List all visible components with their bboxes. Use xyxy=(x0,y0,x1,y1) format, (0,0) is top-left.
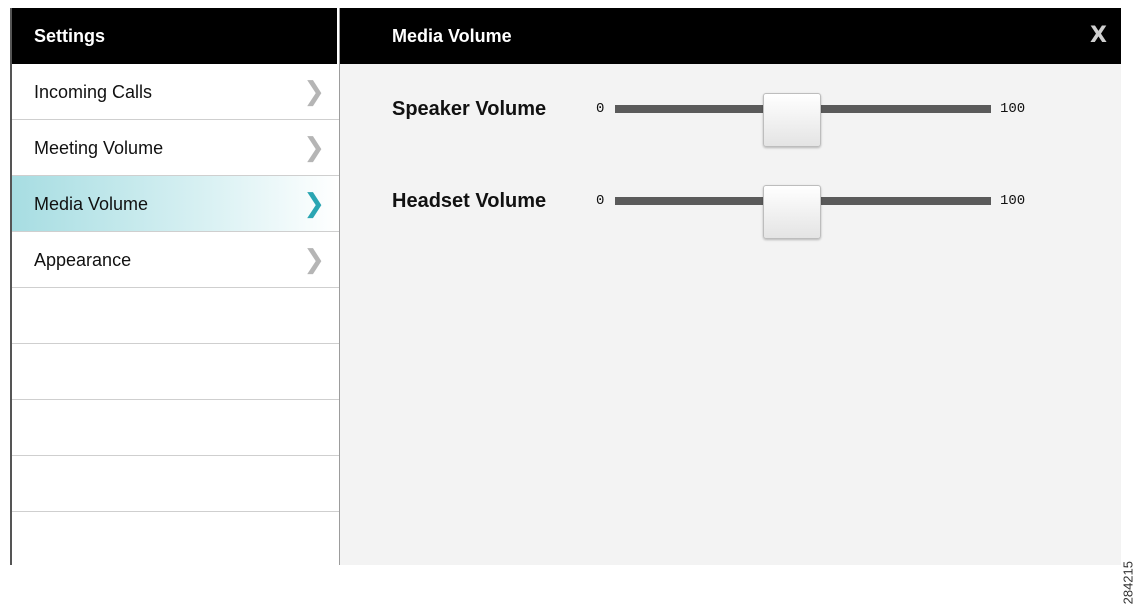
page-title: Media Volume xyxy=(392,26,512,46)
settings-window: Settings Incoming Calls ❯ Meeting Volume… xyxy=(10,8,1121,565)
close-icon[interactable]: X xyxy=(1090,8,1107,64)
main-panel: Media Volume X Speaker Volume 0 100 Head… xyxy=(340,8,1121,565)
sidebar-item-label: Incoming Calls xyxy=(34,82,153,102)
sidebar: Settings Incoming Calls ❯ Meeting Volume… xyxy=(12,8,340,565)
sidebar-empty-row xyxy=(12,456,339,512)
headset-volume-min: 0 xyxy=(596,193,605,209)
sidebar-item-label: Media Volume xyxy=(34,194,149,214)
headset-volume-max: 100 xyxy=(1000,193,1026,209)
sidebar-empty-row xyxy=(12,400,339,456)
headset-volume-thumb[interactable] xyxy=(762,185,821,239)
headset-volume-label: Headset Volume xyxy=(392,190,547,212)
chevron-right-icon: ❯ xyxy=(303,77,325,107)
chevron-right-icon: ❯ xyxy=(303,133,325,163)
speaker-volume-row: Speaker Volume 0 100 xyxy=(392,93,1092,147)
sidebar-item-incoming-calls[interactable]: Incoming Calls ❯ xyxy=(12,64,339,120)
sidebar-empty-row xyxy=(12,288,339,344)
sidebar-item-label: Appearance xyxy=(34,250,132,270)
speaker-volume-thumb[interactable] xyxy=(762,93,821,147)
sidebar-item-appearance[interactable]: Appearance ❯ xyxy=(12,232,339,288)
sidebar-item-media-volume[interactable]: Media Volume ❯ xyxy=(12,176,339,232)
main-header: Media Volume X xyxy=(340,8,1121,64)
speaker-volume-min: 0 xyxy=(596,101,605,117)
sidebar-empty-row xyxy=(12,344,339,400)
speaker-volume-label: Speaker Volume xyxy=(392,98,547,120)
chevron-right-icon: ❯ xyxy=(303,189,325,219)
headset-volume-row: Headset Volume 0 100 xyxy=(392,185,1092,239)
image-id-watermark: 284215 xyxy=(1120,561,1135,604)
sidebar-item-meeting-volume[interactable]: Meeting Volume ❯ xyxy=(12,120,339,176)
sidebar-title: Settings xyxy=(12,8,339,64)
sidebar-item-label: Meeting Volume xyxy=(34,138,164,158)
headset-volume-slider[interactable] xyxy=(615,185,991,239)
speaker-volume-max: 100 xyxy=(1000,101,1026,117)
speaker-volume-slider[interactable] xyxy=(615,93,991,147)
chevron-right-icon: ❯ xyxy=(303,245,325,275)
